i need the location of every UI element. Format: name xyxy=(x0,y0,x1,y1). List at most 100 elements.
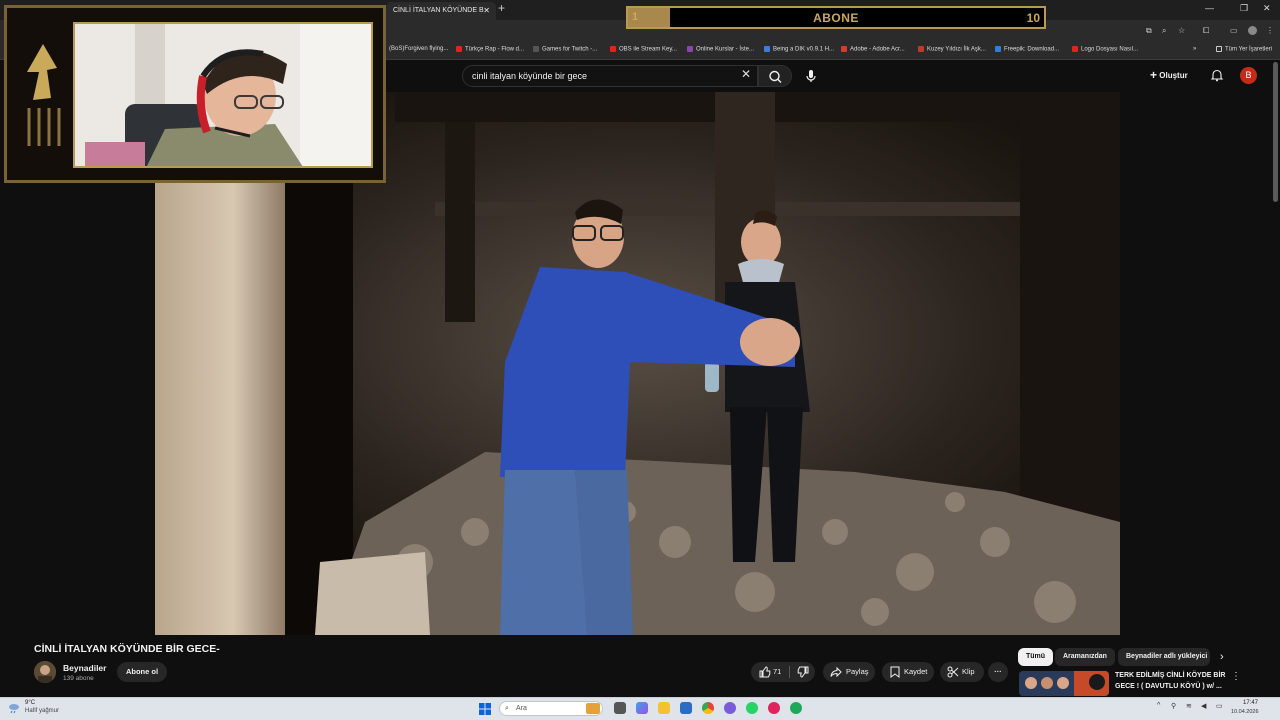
tab-title: CİNLİ İTALYAN KÖYÜNDE B xyxy=(393,7,484,14)
whatsapp-icon[interactable] xyxy=(746,702,758,714)
file-explorer-icon[interactable] xyxy=(658,702,670,714)
windows-start-icon[interactable] xyxy=(479,702,491,715)
all-bookmarks-folder[interactable]: Tüm Yer İşaretleri xyxy=(1216,46,1272,53)
subscribe-button[interactable]: Abone ol xyxy=(117,662,167,682)
thumbs-up-icon xyxy=(759,666,771,678)
channel-name[interactable]: Beynadiler xyxy=(63,663,106,673)
share-button[interactable]: Paylaş xyxy=(823,662,875,682)
bookmark-item[interactable]: Türkçe Rap - Flow d... xyxy=(456,46,524,53)
adobe-icon xyxy=(841,46,847,52)
volume-icon[interactable]: ◀ xyxy=(1201,702,1206,710)
copilot-icon[interactable] xyxy=(636,702,648,714)
channel-subscriber-count: 139 abone xyxy=(63,675,94,682)
battery-icon[interactable]: ▭ xyxy=(1216,702,1223,710)
bookmark-item[interactable]: Being a DIK v0.9.1 H... xyxy=(764,46,834,53)
like-button[interactable]: 71 xyxy=(751,662,789,682)
taskbar-date[interactable]: 10.04.2026 xyxy=(1231,709,1259,715)
bookmark-item[interactable]: Logo Dosyası Nasıl... xyxy=(1072,46,1138,53)
windows-logo-icon xyxy=(479,703,491,715)
browser-tab-active[interactable]: CİNLİ İTALYAN KÖYÜNDE B ✕ xyxy=(386,2,496,20)
app-icon[interactable] xyxy=(790,702,802,714)
search-input[interactable]: cinli italyan köyünde bir gece xyxy=(462,65,758,87)
like-count: 71 xyxy=(773,667,782,676)
more-actions-icon[interactable]: ··· xyxy=(988,662,1008,682)
rain-cloud-icon xyxy=(9,704,19,714)
zoom-icon[interactable]: ⌕ xyxy=(1162,26,1166,36)
bookmark-item[interactable]: Kuzey Yıldızı İlk Aşk... xyxy=(918,46,986,53)
new-tab-icon[interactable]: + xyxy=(498,1,505,15)
chip-from-search[interactable]: Aramanızdan xyxy=(1055,648,1115,666)
thumbnail-image xyxy=(1019,671,1109,696)
recommended-video-title-line2[interactable]: GECE ! ( DAVUTLU KÖYÜ ) w/ ... xyxy=(1115,683,1222,690)
search-icon: ⌕ xyxy=(505,705,509,712)
maximize-icon[interactable]: ❐ xyxy=(1240,3,1248,14)
store-icon[interactable] xyxy=(680,702,692,714)
channel-avatar[interactable] xyxy=(34,661,56,683)
save-button[interactable]: Kaydet xyxy=(882,662,934,682)
bookmark-item[interactable]: Games for Twitch -... xyxy=(533,46,597,53)
sidebar-icon[interactable]: ▭ xyxy=(1230,26,1238,35)
chip-all[interactable]: Tümü xyxy=(1018,648,1054,666)
close-tab-icon[interactable]: ✕ xyxy=(483,2,490,20)
webcam-overlay xyxy=(4,5,386,183)
bookmarks-overflow-button[interactable]: » xyxy=(1193,46,1196,52)
menu-dots-icon[interactable]: ⋮ xyxy=(1266,26,1274,35)
discord-icon[interactable] xyxy=(724,702,736,714)
search-button[interactable] xyxy=(758,65,792,87)
weather-temperature: 9°C xyxy=(25,700,36,706)
site-icon xyxy=(918,46,924,52)
scissors-icon xyxy=(947,666,959,678)
install-icon[interactable]: ⧉ xyxy=(1146,26,1152,36)
app-icon[interactable] xyxy=(768,702,780,714)
webcam-feed xyxy=(73,22,373,168)
chevron-right-icon[interactable]: › xyxy=(1220,651,1224,663)
notifications-bell-icon[interactable] xyxy=(1210,68,1224,82)
folder-icon xyxy=(1216,46,1222,52)
clip-button[interactable]: Klip xyxy=(940,662,984,682)
create-button[interactable]: + Oluştur xyxy=(1150,68,1188,82)
dislike-button[interactable] xyxy=(791,662,815,682)
freepik-icon xyxy=(995,46,1001,52)
profile-avatar[interactable] xyxy=(1248,26,1257,35)
bookmark-item[interactable]: (BoS)Forgiven flying... xyxy=(389,46,448,52)
microphone-icon[interactable] xyxy=(802,67,820,85)
bookmark-icon xyxy=(890,666,900,678)
site-icon xyxy=(533,46,539,52)
recommended-video-thumbnail[interactable] xyxy=(1019,671,1109,696)
bookmark-item[interactable]: OBS ile Stream Key... xyxy=(610,46,677,53)
extensions-icon[interactable]: ⧠ xyxy=(1203,26,1209,36)
youtube-icon xyxy=(610,46,616,52)
goal-label: ABONE xyxy=(813,11,859,25)
bookmark-star-icon[interactable]: ☆ xyxy=(1178,26,1185,35)
tray-app-icon[interactable]: ⚲ xyxy=(1171,702,1176,710)
user-avatar[interactable]: B xyxy=(1240,67,1257,84)
like-divider xyxy=(789,666,790,678)
close-window-icon[interactable]: ✕ xyxy=(1263,3,1271,14)
weather-icon[interactable] xyxy=(8,701,20,714)
like-dislike-group: 71 xyxy=(751,662,815,682)
recommended-more-icon[interactable]: ⋮ xyxy=(1231,671,1241,682)
bookmark-item[interactable]: Freepik: Download... xyxy=(995,46,1059,53)
taskbar-time[interactable]: 17:47 xyxy=(1243,700,1258,706)
task-view-icon[interactable] xyxy=(614,702,626,714)
share-icon xyxy=(830,666,842,678)
youtube-icon xyxy=(1072,46,1078,52)
video-title: CİNLİ İTALYAN KÖYÜNDE BİR GECE- xyxy=(34,643,220,655)
site-icon xyxy=(764,46,770,52)
channel-avatar-image xyxy=(34,661,56,683)
clear-search-icon[interactable]: ✕ xyxy=(741,67,751,81)
bookmark-item[interactable]: Online Kurslar - İste... xyxy=(687,46,754,53)
chrome-icon[interactable] xyxy=(702,702,714,714)
minimize-icon[interactable]: — xyxy=(1205,3,1214,13)
streamer-logo-icon xyxy=(27,44,61,146)
recommended-video-title-line1[interactable]: TERK EDİLMİŞ CİNLİ KÖYDE BİR xyxy=(1115,672,1225,679)
tray-overflow-icon[interactable]: ^ xyxy=(1157,702,1160,709)
goal-target: 10 xyxy=(1026,11,1040,25)
chip-uploader[interactable]: Beynadiler adlı yükleyici xyxy=(1118,648,1210,666)
page-scrollbar[interactable] xyxy=(1273,62,1278,202)
wifi-icon[interactable]: ≋ xyxy=(1186,702,1192,710)
site-icon xyxy=(687,46,693,52)
bookmark-item[interactable]: Adobe - Adobe Acr... xyxy=(841,46,905,53)
plus-icon: + xyxy=(1150,68,1158,82)
taskbar-search-input[interactable]: ⌕ Ara xyxy=(499,701,603,716)
